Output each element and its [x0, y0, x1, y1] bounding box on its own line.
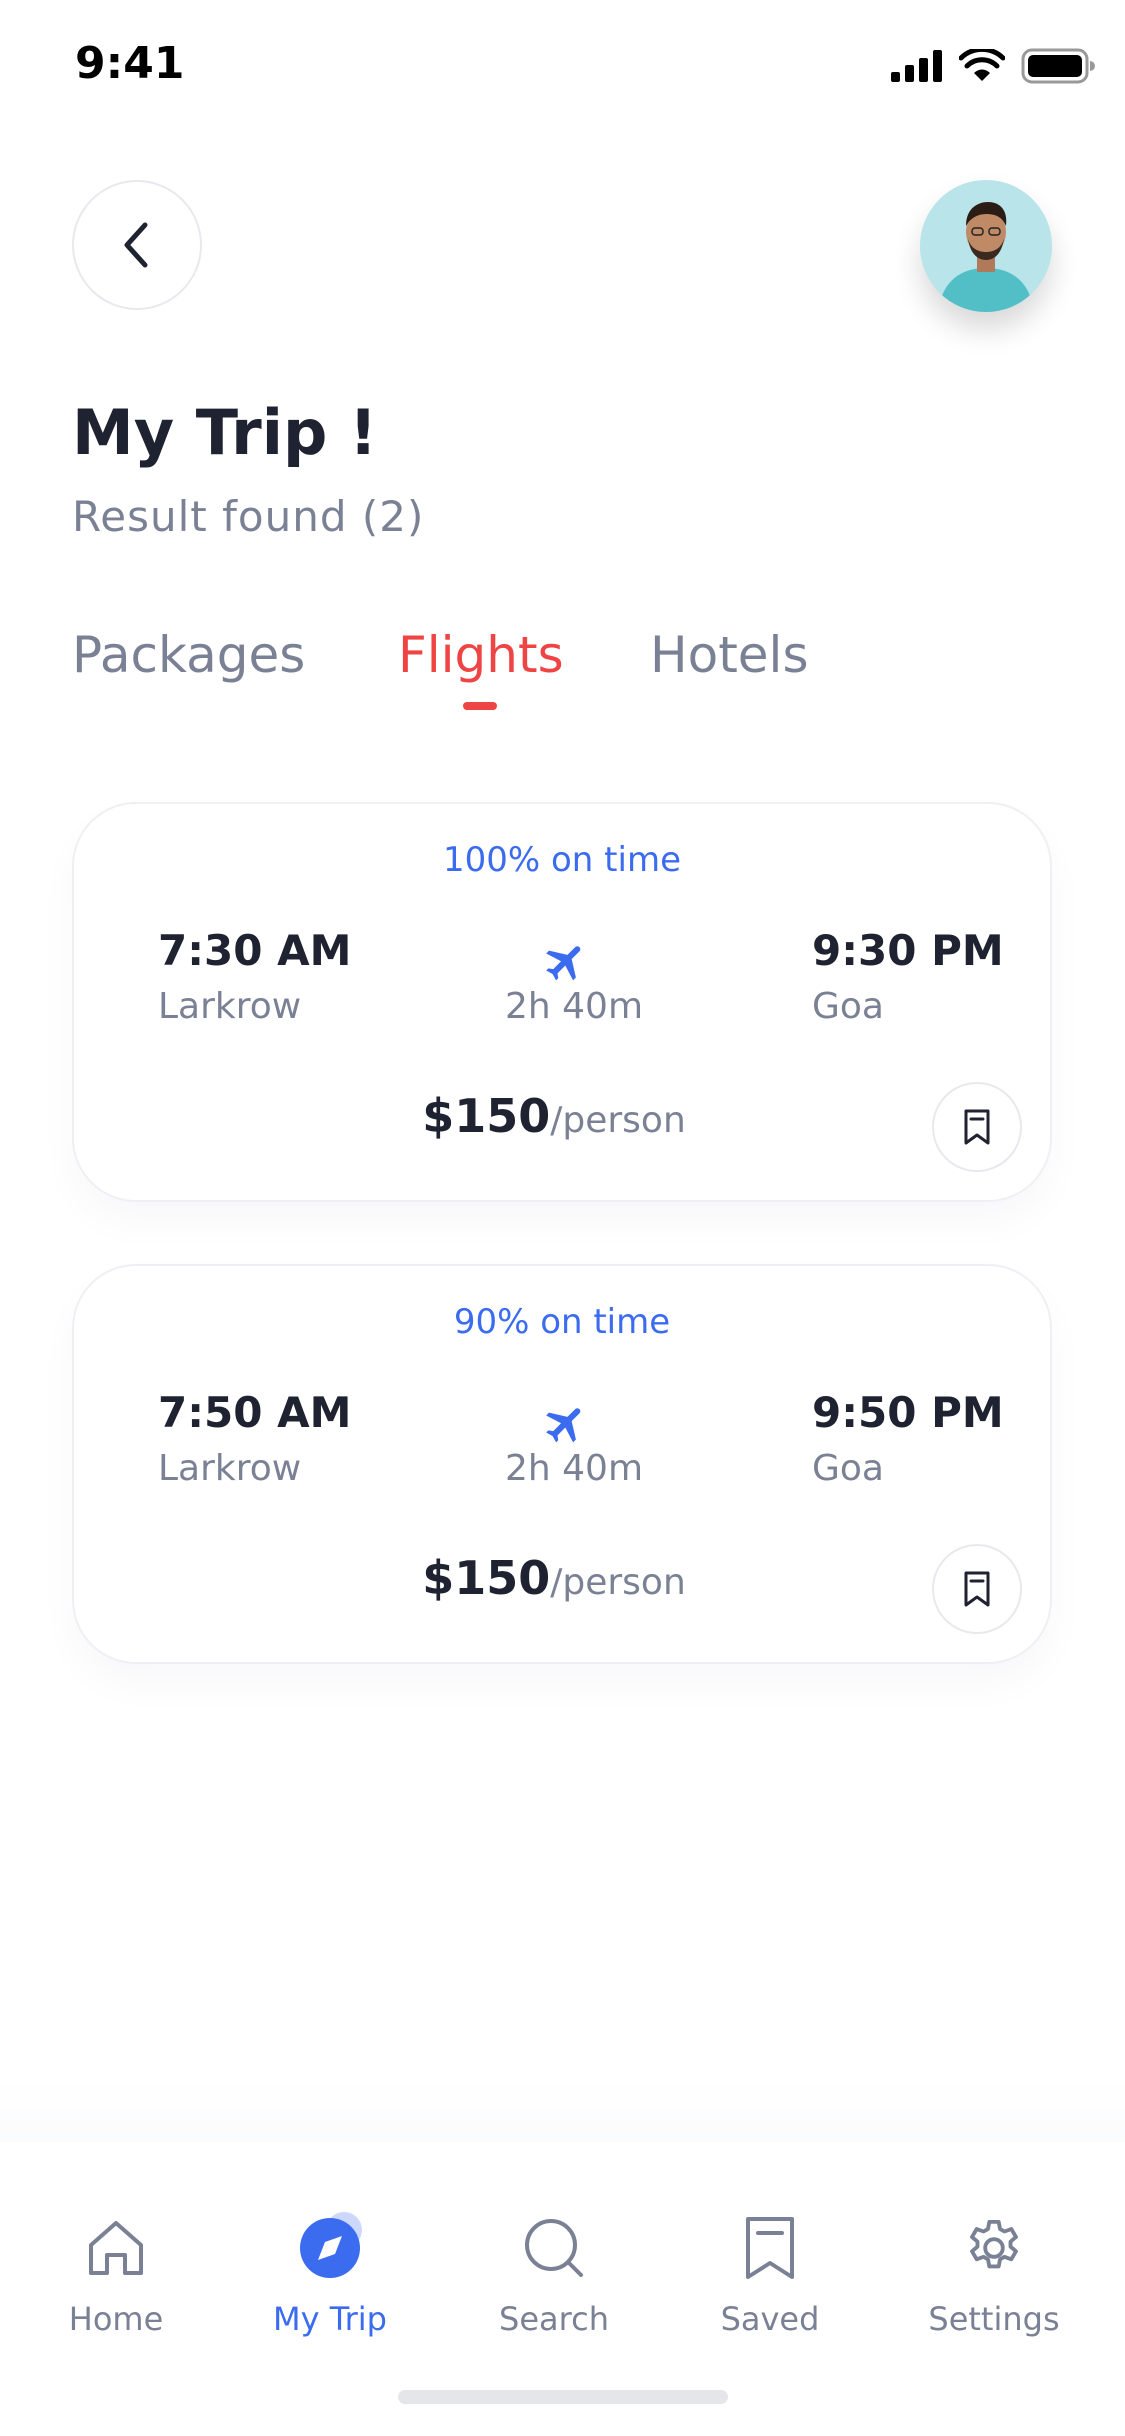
arrival-city: Goa	[812, 1448, 884, 1489]
flight-card[interactable]: 90% on time 7:50 AM Larkrow 2h 40m 9:50 …	[72, 1264, 1052, 1664]
bookmark-button[interactable]	[932, 1082, 1022, 1172]
home-indicator	[398, 2390, 728, 2404]
result-count: Result found (2)	[72, 492, 425, 541]
price-unit: /person	[550, 1562, 686, 1603]
price-amount: $150	[422, 1551, 551, 1605]
nav-label: My Trip	[273, 2300, 387, 2338]
nav-label: Saved	[720, 2300, 820, 2338]
nav-my-trip[interactable]: My Trip	[250, 2208, 410, 2338]
back-button[interactable]	[72, 180, 202, 310]
active-tab-indicator	[463, 702, 497, 710]
bookmark-button[interactable]	[932, 1544, 1022, 1634]
wifi-icon	[959, 49, 1005, 81]
tab-packages[interactable]: Packages	[72, 626, 305, 684]
home-icon	[89, 2221, 143, 2275]
user-photo-icon	[920, 180, 1052, 312]
nav-settings[interactable]: Settings	[914, 2208, 1074, 2338]
on-time-rate: 90% on time	[453, 1302, 671, 1342]
departure-city: Larkrow	[158, 986, 302, 1027]
price: $150/person	[74, 1089, 1034, 1143]
departure-city: Larkrow	[158, 1448, 302, 1489]
bookmark-icon	[964, 1109, 990, 1145]
airplane-icon	[546, 946, 581, 981]
departure-time: 7:50 AM	[158, 1388, 352, 1437]
battery-icon	[1021, 48, 1095, 84]
airplane-icon	[546, 1408, 581, 1443]
status-bar: 9:41	[0, 0, 1125, 140]
bookmark-icon	[746, 2217, 794, 2279]
status-icons	[891, 48, 1095, 84]
nav-label: Search	[499, 2300, 609, 2338]
tab-hotels[interactable]: Hotels	[650, 626, 809, 684]
search-icon	[525, 2219, 583, 2277]
nav-saved[interactable]: Saved	[690, 2208, 850, 2338]
nav-home[interactable]: Home	[36, 2208, 196, 2338]
gear-icon	[970, 2219, 1018, 2269]
cellular-signal-icon	[891, 50, 942, 82]
avatar[interactable]	[920, 180, 1052, 312]
nav-label: Settings	[928, 2300, 1060, 2338]
flight-duration: 2h 40m	[504, 1448, 644, 1489]
flight-duration: 2h 40m	[504, 986, 644, 1027]
price: $150/person	[74, 1551, 1034, 1605]
compass-icon	[300, 2212, 362, 2278]
bookmark-icon	[964, 1571, 990, 1607]
tab-flights[interactable]: Flights	[398, 626, 564, 684]
arrival-city: Goa	[812, 986, 884, 1027]
arrival-time: 9:50 PM	[812, 1388, 1004, 1437]
nav-label: Home	[68, 2300, 164, 2338]
arrival-time: 9:30 PM	[812, 926, 1004, 975]
trip-tabs: Packages Flights Hotels	[72, 626, 1072, 726]
status-time: 9:41	[75, 38, 185, 89]
departure-time: 7:30 AM	[158, 926, 352, 975]
chevron-left-icon	[124, 222, 148, 268]
page-title: My Trip !	[72, 396, 378, 469]
price-amount: $150	[422, 1089, 551, 1143]
flight-card[interactable]: 100% on time 7:30 AM Larkrow 2h 40m 9:30…	[72, 802, 1052, 1202]
price-unit: /person	[550, 1100, 686, 1141]
nav-search[interactable]: Search	[474, 2208, 634, 2338]
on-time-rate: 100% on time	[443, 840, 681, 880]
